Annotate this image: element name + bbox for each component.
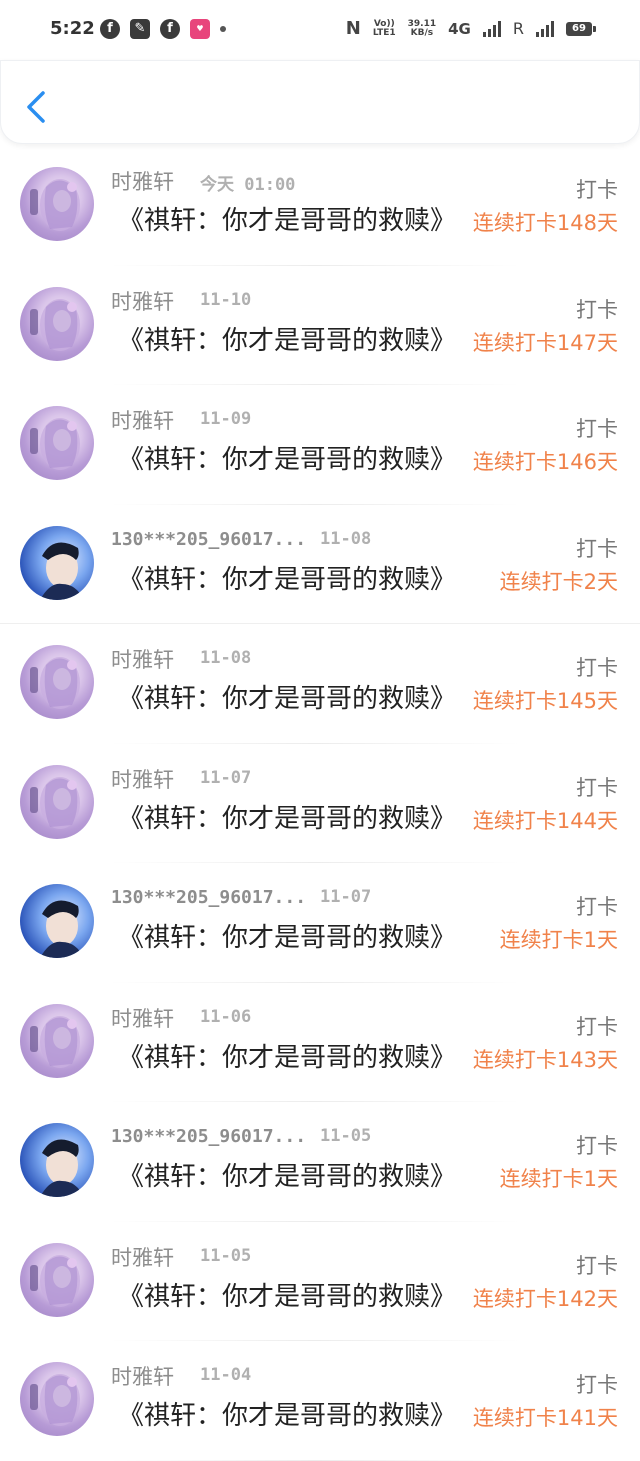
- post-date: 11-06: [200, 1006, 252, 1027]
- streak-count: 连续打卡142天: [472, 1286, 618, 1311]
- list-item[interactable]: 130***205_96017... 11-07 《祺轩：你才是哥哥的救赎》 打卡连续…: [0, 863, 640, 983]
- avatar[interactable]: [20, 645, 94, 719]
- status-time: 5:22: [50, 18, 95, 39]
- streak-count: 连续打卡141天: [472, 1406, 618, 1430]
- user-name: 130***205_96017...: [111, 1126, 307, 1147]
- post-date: 11-09: [200, 409, 252, 429]
- post-date: 11-08: [320, 528, 372, 549]
- list-item[interactable]: 时雅轩 11-10 《祺轩：你才是哥哥的救赎》 打卡连续打卡147天: [0, 266, 640, 385]
- checkin-label: 打卡: [576, 536, 618, 561]
- book-title[interactable]: 《祺轩：你才是哥哥的救赎》: [118, 1156, 470, 1193]
- avatar[interactable]: [20, 406, 94, 480]
- notification-icons: f ✎ f ♥: [100, 19, 226, 39]
- checkin-label: 打卡: [576, 1134, 618, 1158]
- list-item[interactable]: 时雅轩 11-08 《祺轩：你才是哥哥的救赎》 打卡连续打卡145天: [0, 624, 640, 744]
- status-bar: 5:22 f ✎ f ♥ N Vo)) LTE1 39.11 KB/s 4G R…: [0, 0, 640, 60]
- top-bar: [0, 60, 640, 144]
- list-item[interactable]: 时雅轩 11-06 《祺轩：你才是哥哥的救赎》 打卡连续打卡143天: [0, 983, 640, 1102]
- list-item[interactable]: 时雅轩 11-05 《祺轩：你才是哥哥的救赎》 打卡连续打卡142天: [0, 1222, 640, 1341]
- book-title[interactable]: 《祺轩：你才是哥哥的救赎》: [118, 917, 470, 954]
- network-speed: 39.11 KB/s: [407, 18, 437, 38]
- user-name: 时雅轩: [111, 767, 174, 792]
- user-name: 时雅轩: [111, 409, 174, 433]
- user-name: 时雅轩: [111, 648, 174, 672]
- avatar[interactable]: [20, 525, 94, 600]
- streak-count: 连续打卡148天: [472, 211, 618, 235]
- avatar[interactable]: [20, 884, 94, 958]
- avatar[interactable]: [20, 1242, 94, 1317]
- book-title[interactable]: 《祺轩：你才是哥哥的救赎》: [118, 200, 470, 237]
- avatar[interactable]: [20, 764, 94, 839]
- checkin-label: 打卡: [576, 895, 618, 919]
- book-title[interactable]: 《祺轩：你才是哥哥的救赎》: [118, 1037, 470, 1074]
- book-title[interactable]: 《祺轩：你才是哥哥的救赎》: [118, 1276, 470, 1313]
- volte-indicator: Vo)) LTE1: [372, 18, 396, 38]
- facebook-icon: f: [160, 19, 180, 39]
- avatar[interactable]: [20, 286, 94, 361]
- post-date: 今天 01:00: [200, 175, 296, 195]
- book-title[interactable]: 《祺轩：你才是哥哥的救赎》: [118, 559, 470, 596]
- post-date: 11-10: [200, 289, 252, 310]
- post-date: 11-07: [320, 887, 372, 907]
- streak-count: 连续打卡146天: [472, 450, 618, 474]
- system-icons: N Vo)) LTE1 39.11 KB/s 4G R 69: [345, 18, 596, 39]
- post-date: 11-08: [200, 648, 252, 668]
- more-notifications-dot: [220, 26, 226, 32]
- signal-icon: [536, 20, 554, 37]
- chevron-left-icon: [27, 91, 45, 123]
- book-title[interactable]: 《祺轩：你才是哥哥的救赎》: [118, 798, 470, 835]
- nfc-icon: N: [345, 18, 361, 39]
- network-type: 4G: [448, 19, 471, 38]
- user-name: 时雅轩: [111, 1245, 174, 1270]
- user-name: 130***205_96017...: [111, 887, 307, 908]
- avatar[interactable]: [20, 1362, 94, 1436]
- book-title[interactable]: 《祺轩：你才是哥哥的救赎》: [118, 439, 470, 476]
- notes-app-icon: ✎: [130, 19, 150, 39]
- list-item[interactable]: 时雅轩 11-04 《祺轩：你才是哥哥的救赎》 打卡连续打卡141天: [0, 1341, 640, 1461]
- user-name: 时雅轩: [111, 289, 174, 314]
- checkin-label: 打卡: [576, 417, 618, 441]
- book-title[interactable]: 《祺轩：你才是哥哥的救赎》: [118, 678, 470, 715]
- streak-count: 连续打卡144天: [472, 808, 618, 833]
- checkin-label: 打卡: [576, 775, 618, 800]
- user-name: 时雅轩: [111, 1006, 174, 1031]
- user-name: 时雅轩: [111, 170, 174, 194]
- streak-count: 连续打卡147天: [472, 330, 618, 355]
- checkin-label: 打卡: [576, 656, 618, 680]
- book-title[interactable]: 《祺轩：你才是哥哥的救赎》: [118, 320, 470, 357]
- user-name: 时雅轩: [111, 1365, 174, 1389]
- post-date: 11-07: [200, 767, 252, 788]
- book-title[interactable]: 《祺轩：你才是哥哥的救赎》: [118, 1395, 470, 1432]
- divider: [110, 1459, 520, 1461]
- list-item[interactable]: 130***205_96017... 11-08 《祺轩：你才是哥哥的救赎》 打卡连续…: [0, 505, 640, 624]
- streak-count: 连续打卡145天: [472, 689, 618, 713]
- post-date: 11-04: [200, 1365, 252, 1385]
- streak-count: 连续打卡2天: [499, 569, 618, 594]
- lazada-app-icon: ♥: [190, 19, 210, 39]
- user-name: 130***205_96017...: [111, 528, 307, 550]
- battery-icon: 69: [566, 21, 596, 36]
- avatar[interactable]: [20, 1123, 94, 1197]
- list-item[interactable]: 130***205_96017... 11-05 《祺轩：你才是哥哥的救赎》 打卡连续…: [0, 1102, 640, 1222]
- list-item[interactable]: 时雅轩 11-07 《祺轩：你才是哥哥的救赎》 打卡连续打卡144天: [0, 744, 640, 863]
- checkin-label: 打卡: [576, 1014, 618, 1039]
- checkin-label: 打卡: [576, 178, 618, 202]
- checkin-list: 时雅轩 今天 01:00 《祺轩：你才是哥哥的救赎》 打卡 连续打卡148天 时雅轩 11-…: [0, 146, 640, 1461]
- streak-count: 连续打卡143天: [472, 1047, 618, 1072]
- signal-icon: [482, 20, 501, 37]
- facebook-icon: f: [100, 19, 120, 39]
- avatar[interactable]: [20, 1003, 94, 1078]
- post-date: 11-05: [200, 1245, 252, 1266]
- streak-count: 连续打卡1天: [499, 1167, 618, 1191]
- streak-count: 连续打卡1天: [499, 928, 618, 952]
- roaming-indicator: R: [512, 19, 524, 38]
- list-item[interactable]: 时雅轩 11-09 《祺轩：你才是哥哥的救赎》 打卡连续打卡146天: [0, 385, 640, 505]
- checkin-label: 打卡: [576, 1373, 618, 1397]
- avatar[interactable]: [20, 167, 94, 241]
- checkin-label: 打卡: [576, 297, 618, 322]
- back-button[interactable]: [23, 89, 53, 125]
- checkin-label: 打卡: [576, 1253, 618, 1278]
- post-date: 11-05: [320, 1126, 372, 1146]
- list-item[interactable]: 时雅轩 今天 01:00 《祺轩：你才是哥哥的救赎》 打卡连续打卡148天: [0, 146, 640, 266]
